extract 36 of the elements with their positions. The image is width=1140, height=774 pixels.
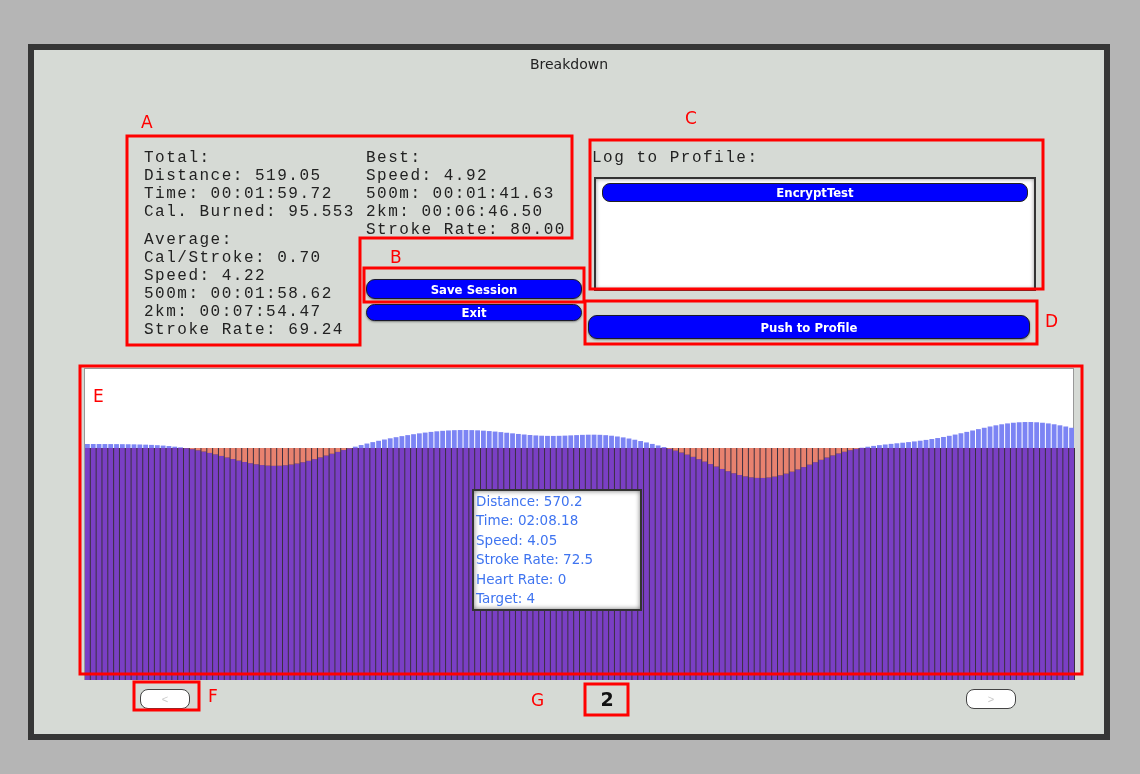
stat-line: 500m: 00:01:41.63 (366, 185, 556, 203)
section-heading: Average: (144, 231, 234, 249)
window-title: Breakdown (528, 55, 610, 73)
section-heading: Total: (144, 149, 212, 167)
log-to-profile-label: Log to Profile: (592, 149, 760, 167)
stat-line: Distance: 519.05 (144, 167, 323, 185)
exit-button[interactable]: Exit (366, 304, 582, 321)
push-to-profile-button[interactable]: Push to Profile (588, 315, 1030, 339)
stat-line: 2km: 00:07:54.47 (144, 303, 323, 321)
tooltip-line: Stroke Rate: 72.5 (476, 550, 595, 570)
stat-line: Cal/Stroke: 0.70 (144, 249, 323, 267)
annotation-letter: D (1045, 311, 1059, 331)
tooltip-line: Target: 4 (476, 589, 537, 609)
stat-line: Speed: 4.22 (144, 267, 268, 285)
tooltip-line: Heart Rate: 0 (476, 569, 568, 589)
stat-line: 500m: 00:01:58.62 (144, 285, 334, 303)
annotation-letter: C (685, 108, 697, 128)
annotation-letter: E (93, 386, 104, 406)
stat-line: Time: 00:01:59.72 (144, 185, 334, 203)
annotation-letter: A (141, 112, 153, 132)
tooltip-line: Distance: 570.2 (476, 492, 584, 511)
section-heading: Best: (366, 149, 423, 167)
stat-line: Stroke Rate: 69.24 (144, 321, 345, 339)
profile-item[interactable]: EncryptTest (602, 183, 1028, 202)
stat-line: 2km: 00:06:46.50 (366, 203, 545, 221)
tooltip-line: Speed: 4.05 (476, 530, 559, 550)
annotation-letter: G (531, 690, 545, 710)
page-number: 2 (599, 688, 615, 710)
tooltip-line: Time: 02:08.18 (476, 511, 580, 531)
profile-list[interactable]: EncryptTest (594, 177, 1036, 291)
stat-line: Speed: 4.92 (366, 167, 490, 185)
annotation-letter: B (390, 247, 402, 267)
stat-line: Cal. Burned: 95.553 (144, 203, 356, 221)
save-session-button[interactable]: Save Session (366, 279, 582, 299)
annotation-letter: F (208, 686, 218, 706)
stat-line: Stroke Rate: 80.00 (366, 221, 567, 239)
